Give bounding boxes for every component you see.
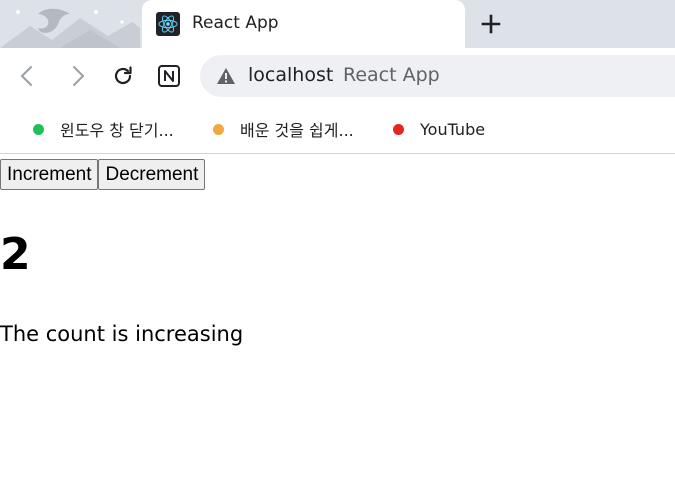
decrement-button[interactable]: Decrement (98, 159, 206, 190)
bookmark-favicon-icon (393, 123, 404, 135)
bookmark-label: YouTube (420, 119, 486, 139)
tab-title: React App (192, 13, 279, 33)
back-arrow-icon[interactable] (14, 62, 42, 90)
count-status-text: The count is increasing (0, 322, 244, 346)
warning-icon[interactable] (216, 67, 236, 85)
bookmark-favicon-icon (213, 123, 224, 135)
tab-strip: React App (0, 0, 675, 48)
bookmarks-bar: 윈도우 창 닫기... 배운 것을 쉽게... YouTube (0, 106, 675, 154)
bookmark-label: 윈도우 창 닫기... (60, 121, 174, 140)
bookmark-label: 배운 것을 쉽게... (240, 121, 354, 140)
address-bar[interactable]: localhost React App (200, 55, 675, 97)
page-content: Increment Decrement 2 The count is incre… (0, 154, 675, 497)
bookmark-item[interactable]: YouTube (393, 118, 485, 140)
active-tab[interactable]: React App (142, 0, 465, 48)
reload-icon[interactable] (109, 62, 137, 90)
theme-background-art (0, 8, 140, 48)
n-extension-icon[interactable] (155, 62, 183, 90)
bookmark-favicon-icon (33, 123, 44, 135)
browser-toolbar: localhost React App (0, 48, 675, 106)
counter-controls: Increment Decrement (0, 159, 206, 190)
react-logo-icon (156, 12, 180, 36)
increment-button[interactable]: Increment (0, 159, 99, 190)
forward-arrow-icon[interactable] (63, 62, 91, 90)
url-page-title: React App (343, 64, 440, 86)
url-host: localhost (248, 64, 334, 86)
count-value: 2 (0, 229, 31, 280)
bookmark-item[interactable]: 배운 것을 쉽게... (213, 118, 354, 140)
plus-icon[interactable] (478, 11, 504, 37)
bookmark-item[interactable]: 윈도우 창 닫기... (33, 118, 174, 140)
